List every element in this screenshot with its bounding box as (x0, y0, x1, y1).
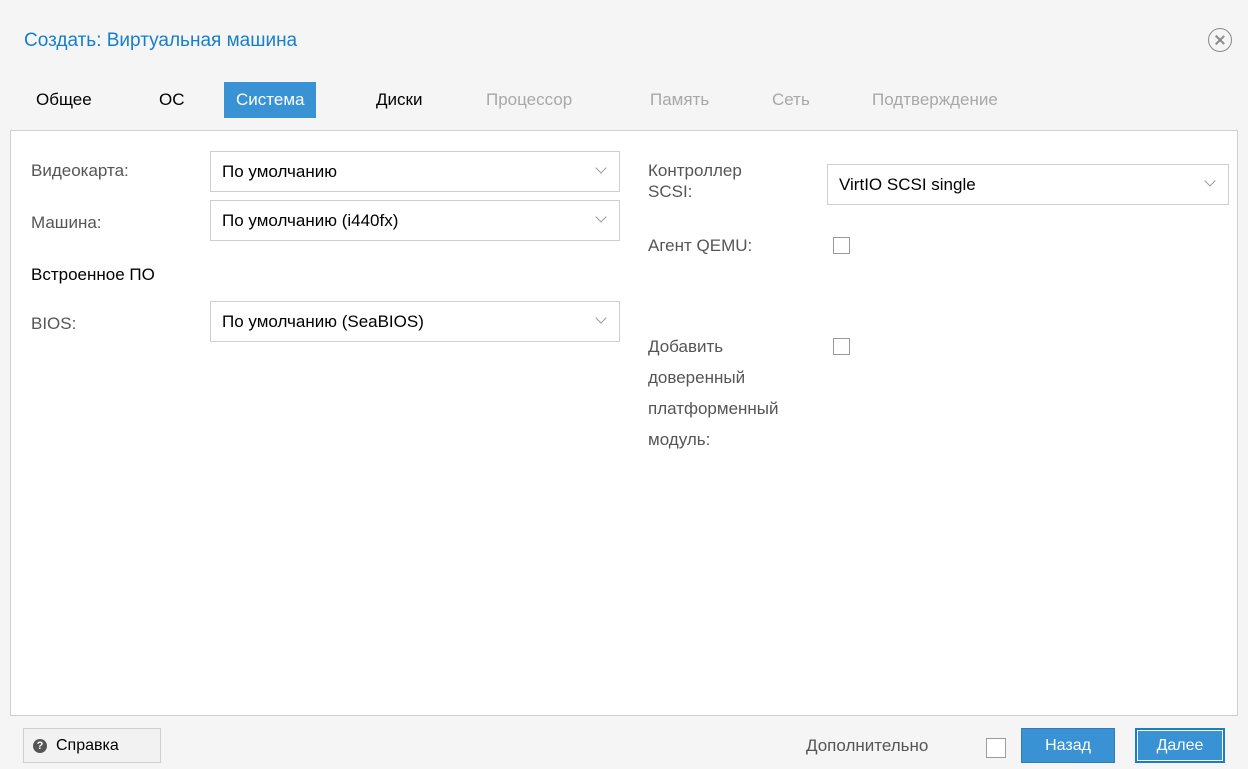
tab-general[interactable]: Общее (24, 82, 104, 118)
qemu-agent-label: Агент QEMU: (648, 236, 753, 255)
scsi-label-line1: Контроллер (648, 161, 742, 180)
help-button-label: Справка (56, 737, 119, 754)
videocard-label: Видеокарта: (31, 161, 129, 180)
bios-value: По умолчанию (SeaBIOS) (222, 312, 424, 331)
chevron-down-icon (595, 312, 607, 324)
tpm-label-line2: доверенный (648, 368, 746, 387)
chevron-down-icon (1204, 175, 1216, 187)
chevron-down-icon (595, 211, 607, 223)
tpm-label-line3: платформенный (648, 399, 779, 418)
machine-select[interactable]: По умолчанию (i440fx) (210, 200, 620, 241)
videocard-select[interactable]: По умолчанию (210, 151, 620, 192)
tab-system[interactable]: Система (224, 82, 317, 118)
machine-label: Машина: (31, 213, 102, 232)
create-vm-dialog: Создать: Виртуальная машина Общее ОС Сис… (0, 0, 1248, 769)
chevron-down-icon (595, 162, 607, 174)
bios-label: BIOS: (31, 314, 77, 333)
tpm-checkbox[interactable] (833, 338, 850, 355)
firmware-heading: Встроенное ПО (31, 265, 155, 284)
tpm-label-line4: модуль: (648, 430, 711, 449)
tab-cpu: Процессор (486, 90, 573, 109)
dialog-title: Создать: Виртуальная машина (24, 30, 298, 51)
scsi-controller-select[interactable]: VirtIO SCSI single (827, 164, 1229, 205)
close-icon[interactable] (1208, 28, 1232, 52)
form-panel: Видеокарта: По умолчанию Машина: По умол… (10, 130, 1238, 716)
machine-value: По умолчанию (i440fx) (222, 211, 399, 230)
tab-disks[interactable]: Диски (364, 82, 434, 118)
tab-os[interactable]: ОС (147, 82, 197, 118)
tpm-label-line1: Добавить (648, 337, 724, 356)
bios-select[interactable]: По умолчанию (SeaBIOS) (210, 301, 620, 342)
dialog-footer: ? Справка Дополнительно Назад Далее (0, 716, 1248, 769)
scsi-controller-value: VirtIO SCSI single (839, 175, 976, 194)
qemu-agent-checkbox[interactable] (833, 237, 850, 254)
tab-memory: Память (650, 90, 710, 109)
back-button[interactable]: Назад (1021, 728, 1115, 763)
videocard-value: По умолчанию (222, 162, 337, 181)
help-button[interactable]: ? Справка (23, 728, 161, 763)
tab-network: Сеть (772, 90, 810, 109)
tab-confirm: Подтверждение (872, 90, 998, 109)
advanced-checkbox[interactable] (986, 738, 1006, 758)
scsi-label-line2: SCSI: (648, 182, 693, 201)
next-button[interactable]: Далее (1135, 728, 1225, 763)
advanced-label: Дополнительно (806, 736, 929, 755)
dialog-header: Создать: Виртуальная машина Общее ОС Сис… (0, 0, 1248, 130)
question-circle-icon: ? (33, 739, 47, 753)
